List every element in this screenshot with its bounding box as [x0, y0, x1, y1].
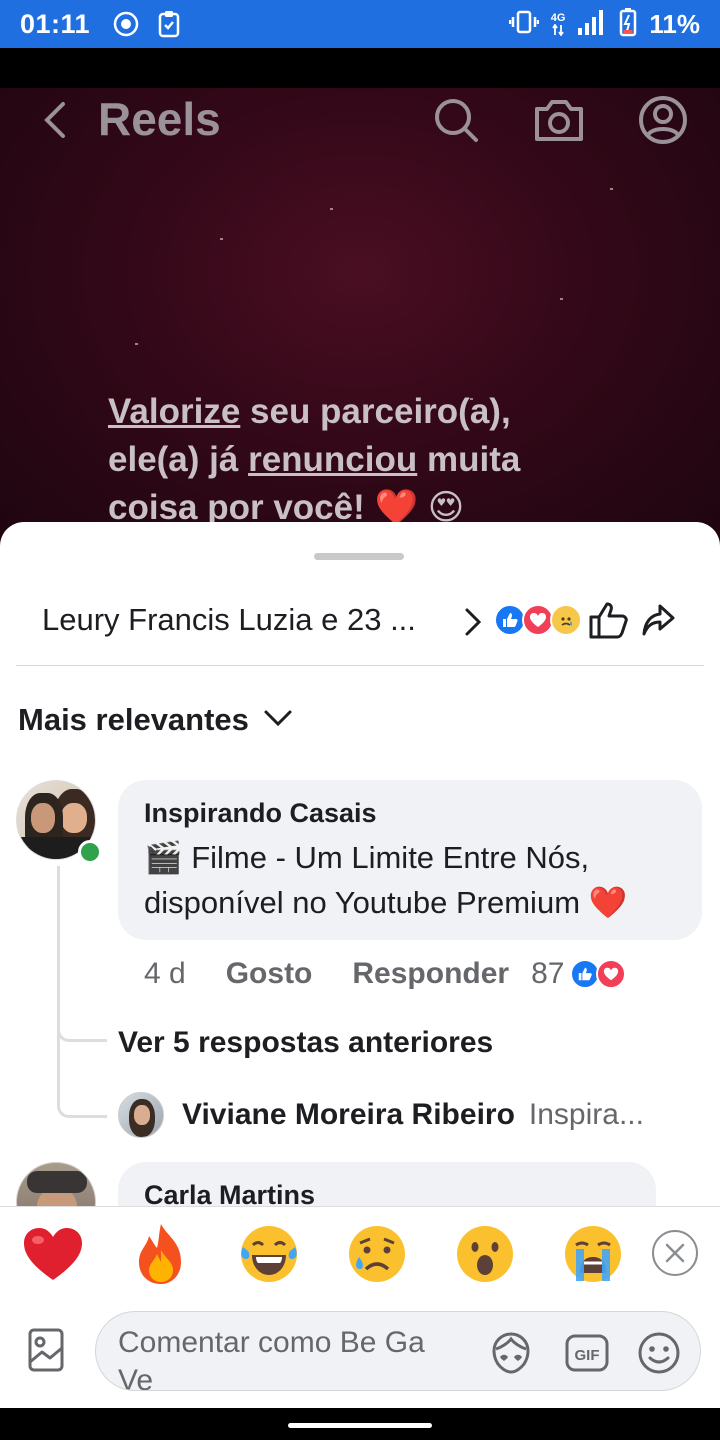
avatar-sticker-icon — [492, 1332, 530, 1374]
emoji-button[interactable] — [636, 1330, 682, 1376]
thread-connector — [57, 1098, 107, 1118]
comment-composer: Comentar como Be Ga Ve GIF — [0, 1304, 720, 1408]
chevron-down-icon — [263, 708, 293, 733]
gif-button[interactable]: GIF — [564, 1330, 610, 1376]
speck — [610, 188, 613, 190]
laugh-tears-emoji-button[interactable] — [234, 1219, 304, 1289]
speck — [220, 238, 223, 240]
close-reactions-button[interactable] — [652, 1230, 698, 1276]
reaction-summary[interactable] — [494, 604, 582, 636]
network-indicator: 4G — [551, 12, 565, 36]
photo-icon — [28, 1328, 64, 1372]
comment-text: 🎬 Filme - Um Limite Entre Nós, disponíve… — [144, 840, 628, 920]
quick-reactions-bar — [0, 1206, 720, 1304]
comment-reaction-icons[interactable] — [570, 959, 627, 989]
page-title: Reels — [98, 93, 221, 145]
thread-connector — [57, 1030, 107, 1042]
drag-handle[interactable] — [314, 553, 404, 560]
gif-icon: GIF — [565, 1334, 609, 1372]
camera-icon — [535, 100, 583, 141]
screen-record-icon — [112, 10, 140, 38]
sad-emoji-button[interactable] — [342, 1219, 412, 1289]
reaction-count[interactable]: 87 — [531, 957, 564, 991]
crying-emoji-button[interactable] — [558, 1219, 628, 1289]
share-icon — [642, 604, 675, 636]
comment-author[interactable]: Inspirando Casais — [144, 798, 676, 829]
speck — [560, 298, 563, 300]
like-button[interactable] — [588, 600, 630, 645]
comment-input[interactable]: Comentar como Be Ga Ve GIF — [95, 1311, 701, 1391]
thumbs-up-icon — [589, 602, 628, 639]
thread-line — [57, 866, 60, 1106]
reel-video[interactable]: Reels Valorize seu parceiro(a), ele(a) j… — [0, 88, 720, 548]
speck — [135, 343, 138, 345]
battery-percent: 11% — [649, 8, 700, 39]
avatar[interactable] — [16, 1162, 96, 1210]
reel-caption-overlay: Valorize seu parceiro(a), ele(a) já renu… — [108, 392, 521, 527]
close-icon — [665, 1243, 685, 1263]
comment-bubble[interactable]: Inspirando Casais 🎬 Filme - Um Limite En… — [118, 780, 702, 940]
comment-bubble[interactable]: Carla Martins — [118, 1162, 656, 1210]
speck — [330, 208, 333, 210]
search-button[interactable] — [430, 94, 482, 146]
comment-input-placeholder[interactable]: Comentar como Be Ga Ve — [118, 1324, 468, 1390]
view-previous-replies[interactable]: Ver 5 respostas anteriores — [118, 1026, 493, 1060]
reply-snippet: Inspira... — [528, 1098, 644, 1131]
profile-icon — [639, 96, 687, 144]
battery-icon — [619, 7, 637, 42]
status-time: 01:11 — [20, 8, 91, 39]
chevron-right-icon — [462, 606, 484, 643]
smiley-icon — [638, 1332, 680, 1374]
reactors-row[interactable]: Leury Francis Luzia e 23 ... — [0, 592, 720, 652]
status-bar: 01:11 4G 11% — [0, 0, 720, 48]
reply-preview[interactable]: Viviane Moreira Ribeiro Inspira... — [118, 1090, 644, 1140]
reply-author[interactable]: Viviane Moreira Ribeiro — [182, 1098, 515, 1132]
comment-time: 4 d — [144, 957, 186, 990]
share-button[interactable] — [642, 602, 676, 643]
love-reaction-icon — [596, 959, 627, 989]
camera-button[interactable] — [533, 94, 585, 146]
sad-reaction-icon — [550, 604, 582, 636]
comment-like-button[interactable]: Gosto — [226, 957, 313, 991]
sort-dropdown[interactable]: Mais relevantes — [18, 702, 293, 738]
vibrate-icon — [508, 10, 539, 39]
divider — [16, 665, 704, 666]
comment-reply-button[interactable]: Responder — [352, 957, 509, 991]
heart-emoji-button[interactable] — [18, 1219, 88, 1289]
notch-strip — [0, 48, 720, 88]
surprised-emoji-button[interactable] — [450, 1219, 520, 1289]
profile-button[interactable] — [637, 94, 689, 146]
home-gesture-handle[interactable] — [288, 1423, 432, 1428]
online-status-dot — [78, 840, 102, 864]
svg-text:GIF: GIF — [575, 1347, 600, 1364]
signal-icon — [577, 8, 607, 41]
system-nav-bar — [0, 1408, 720, 1440]
comments-sheet: Leury Francis Luzia e 23 ... Mais releva… — [0, 522, 720, 1210]
sort-label: Mais relevantes — [18, 702, 249, 737]
photo-button[interactable] — [26, 1326, 66, 1379]
comment-actions: 4 d Gosto Responder 87 — [144, 954, 627, 994]
reactors-text[interactable]: Leury Francis Luzia e 23 ... — [42, 602, 416, 638]
chevron-left-icon — [44, 102, 65, 138]
search-icon — [435, 99, 478, 142]
avatar[interactable] — [118, 1092, 164, 1138]
clipboard-icon — [158, 10, 180, 38]
avatar-sticker-button[interactable] — [488, 1330, 534, 1376]
fire-emoji-button[interactable] — [126, 1219, 196, 1289]
back-button[interactable] — [36, 96, 76, 144]
